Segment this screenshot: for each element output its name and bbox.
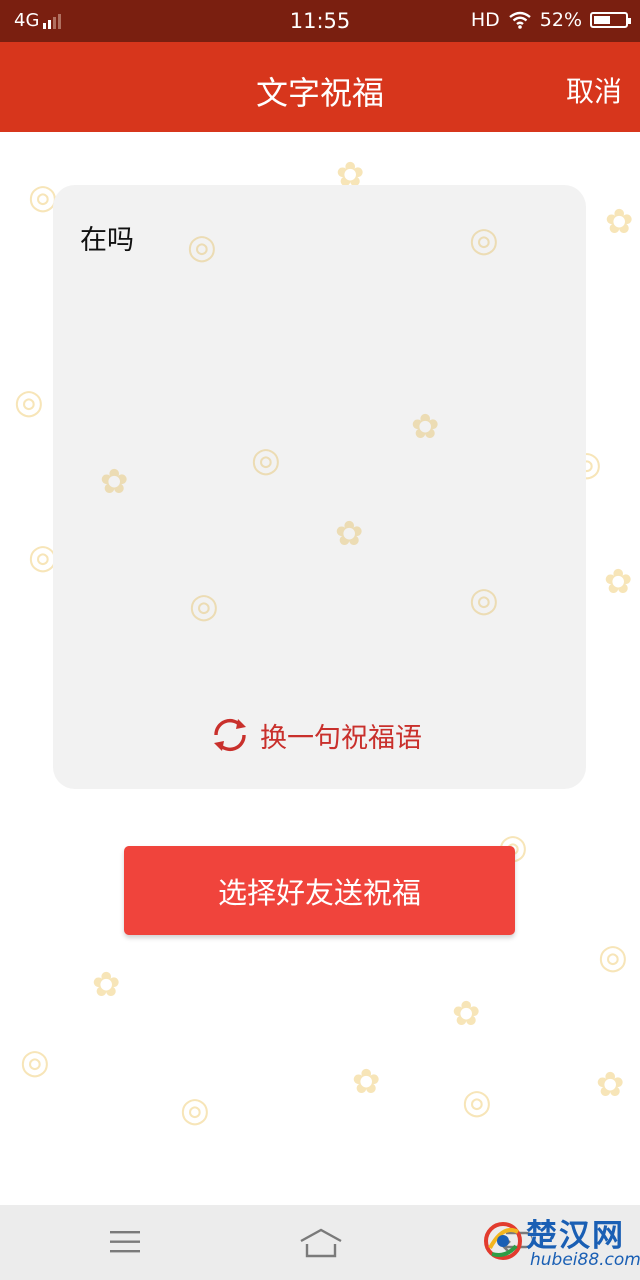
change-blessing-button[interactable]: 换一句祝福语 <box>210 715 422 755</box>
message-card[interactable]: ◎ ◎ ✿ ◎ ✿ ✿ ◎ ◎ 在吗 换一句祝福语 <box>53 185 586 789</box>
watermark-title: 楚汉网 <box>526 1218 625 1254</box>
home-icon <box>300 1228 342 1258</box>
change-blessing-label: 换一句祝福语 <box>260 722 422 754</box>
flower-icon: ✿ <box>604 562 633 602</box>
flower-icon: ✿ <box>605 202 634 242</box>
status-right: HD 52% <box>470 9 631 31</box>
wifi-icon <box>509 11 531 29</box>
coin-icon: ◎ <box>469 580 499 620</box>
status-bar: 4G 11:55 HD 52% <box>0 0 640 42</box>
coin-icon: ◎ <box>20 1042 50 1082</box>
refresh-icon <box>214 718 246 752</box>
coin-icon: ◎ <box>180 1090 210 1130</box>
flower-icon: ✿ <box>335 514 364 554</box>
flower-icon: ✿ <box>411 407 440 447</box>
flower-icon: ✿ <box>596 1065 625 1105</box>
flower-icon: ✿ <box>92 965 121 1005</box>
coin-icon: ◎ <box>187 227 217 267</box>
page-title: 文字祝福 <box>255 74 384 112</box>
select-friends-button[interactable]: 选择好友送祝福 <box>124 846 515 935</box>
home-button[interactable] <box>298 1227 344 1263</box>
coin-icon: ◎ <box>598 937 628 977</box>
flower-icon: ✿ <box>352 1062 381 1102</box>
flower-icon: ✿ <box>100 462 129 502</box>
coin-icon: ◎ <box>189 586 219 626</box>
blessing-message[interactable]: 在吗 <box>80 218 134 257</box>
coin-icon: ◎ <box>469 220 499 260</box>
coin-icon: ◎ <box>14 382 44 422</box>
cancel-button[interactable]: 取消 <box>566 70 622 110</box>
hd-indicator: HD <box>470 9 500 31</box>
watermark-url: hubei88.com <box>530 1250 640 1270</box>
flower-icon: ✿ <box>452 994 481 1034</box>
menu-button[interactable] <box>108 1227 142 1261</box>
coin-icon: ◎ <box>251 440 281 480</box>
app-header: 文字祝福 取消 <box>0 42 640 132</box>
coin-icon: ◎ <box>462 1082 492 1122</box>
site-watermark: 楚汉网 hubei88.com <box>474 1206 640 1276</box>
battery-icon <box>590 12 631 28</box>
watermark-logo-icon <box>484 1222 522 1260</box>
battery-percent: 52% <box>539 9 582 31</box>
battery-fill <box>594 16 610 24</box>
menu-icon <box>110 1231 140 1253</box>
